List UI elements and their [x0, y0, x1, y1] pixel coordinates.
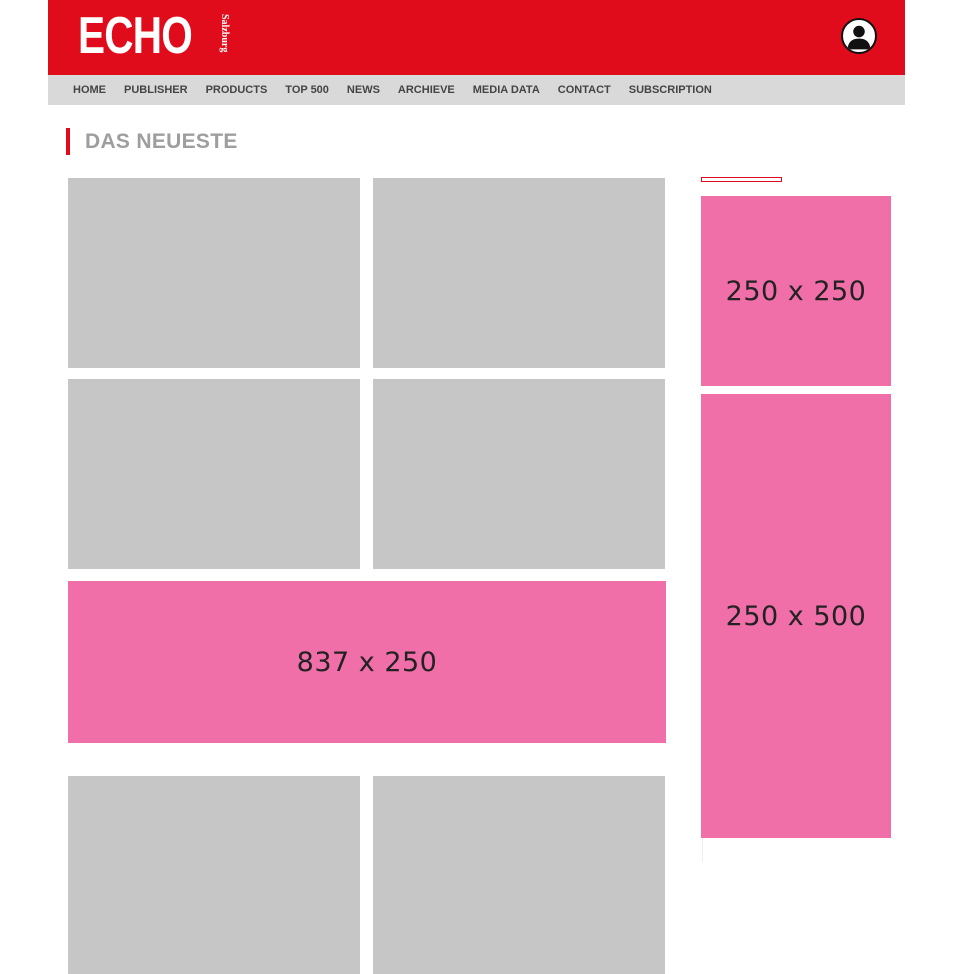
nav-contact[interactable]: CONTACT	[558, 84, 611, 96]
sidebar-square-ad-size: 250 x 250	[725, 275, 867, 307]
article-card-4[interactable]	[373, 379, 665, 569]
sidebar-square-ad[interactable]: 250 x 250	[701, 196, 891, 386]
banner-ad-size: 837 x 250	[296, 646, 438, 678]
article-card-6[interactable]	[373, 776, 665, 974]
nav-products[interactable]: PRODUCTS	[206, 84, 268, 96]
nav-subscription[interactable]: SUBSCRIPTION	[629, 84, 712, 96]
article-card-5[interactable]	[68, 776, 360, 974]
logo-subtitle: Salzburg	[219, 14, 230, 53]
nav-publisher[interactable]: PUBLISHER	[124, 84, 188, 96]
article-card-3[interactable]	[68, 379, 360, 569]
nav-home[interactable]: HOME	[73, 84, 106, 96]
user-avatar-icon	[847, 25, 871, 50]
user-account-button[interactable]	[841, 18, 877, 54]
logo-wordmark: ECHO	[78, 7, 193, 65]
sidebar-tall-ad[interactable]: 250 x 500	[701, 394, 891, 838]
nav-news[interactable]: NEWS	[347, 84, 380, 96]
main-navigation: HOME PUBLISHER PRODUCTS TOP 500 NEWS ARC…	[48, 75, 905, 105]
section-title: DAS NEUESTE	[66, 128, 238, 155]
site-header: ECHO Salzburg	[48, 0, 905, 75]
nav-archieve[interactable]: ARCHIEVE	[398, 84, 455, 96]
sidebar-tall-ad-size: 250 x 500	[725, 600, 867, 632]
article-card-2[interactable]	[373, 178, 665, 368]
nav-media-data[interactable]: MEDIA DATA	[473, 84, 540, 96]
banner-ad[interactable]: 837 x 250	[68, 581, 666, 743]
sidebar-tab-indicator	[701, 177, 782, 182]
nav-top-500[interactable]: TOP 500	[285, 84, 329, 96]
sidebar-divider	[702, 838, 703, 862]
article-card-1[interactable]	[68, 178, 360, 368]
